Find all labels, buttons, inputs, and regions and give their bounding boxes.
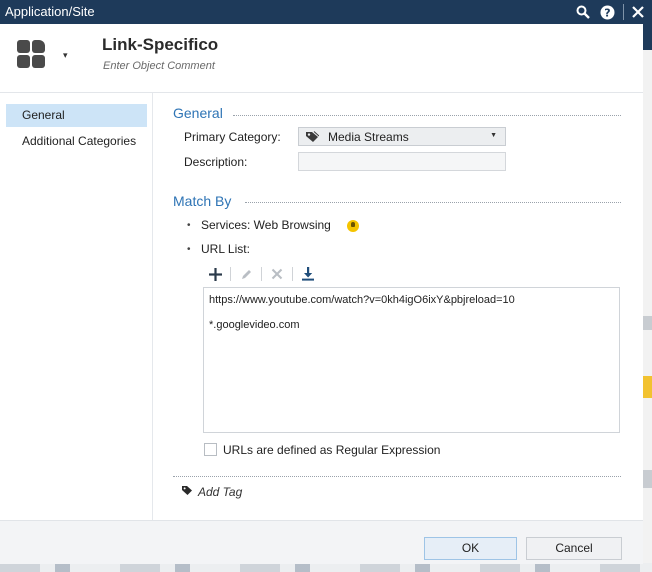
url-list-box[interactable]: https://www.youtube.com/watch?v=0kh4igO6…	[203, 287, 620, 433]
list-item[interactable]: *.googlevideo.com	[209, 319, 300, 331]
cancel-button[interactable]: Cancel	[526, 537, 622, 560]
section-divider	[173, 476, 621, 477]
regex-checkbox[interactable]	[204, 443, 217, 456]
titlebar-divider	[623, 4, 624, 20]
chevron-down-icon: ▼	[490, 132, 497, 139]
url-list-label: URL List:	[201, 242, 250, 256]
object-comment[interactable]: Enter Object Comment	[103, 60, 215, 72]
application-site-icon[interactable]	[17, 40, 45, 68]
edit-icon[interactable]	[237, 265, 255, 283]
sidebar-item-label: Additional Categories	[22, 134, 137, 148]
search-icon[interactable]	[573, 2, 593, 22]
bullet-icon: •	[187, 244, 191, 255]
add-tag-label: Add Tag	[198, 485, 243, 499]
title-bar: Application/Site ?	[0, 0, 652, 24]
tag-icon	[305, 131, 320, 146]
add-tag-button[interactable]: Add Tag	[181, 485, 242, 499]
background-window-edge	[643, 0, 652, 572]
bullet-icon: •	[187, 220, 191, 231]
svg-text:?: ?	[604, 6, 610, 19]
delete-icon[interactable]	[268, 265, 286, 283]
sidebar: General Additional Categories	[0, 93, 153, 520]
primary-category-select[interactable]: Media Streams ▼	[298, 127, 506, 146]
tag-icon	[181, 485, 193, 499]
object-name[interactable]: Link-Specifico	[102, 35, 218, 55]
description-input[interactable]	[298, 152, 506, 171]
primary-category-label: Primary Category:	[184, 130, 281, 144]
ok-button[interactable]: OK	[424, 537, 517, 560]
add-icon[interactable]	[206, 265, 224, 283]
window-title: Application/Site	[5, 4, 95, 19]
list-item[interactable]: https://www.youtube.com/watch?v=0kh4igO6…	[209, 294, 515, 306]
regex-checkbox-label[interactable]: URLs are defined as Regular Expression	[223, 443, 440, 457]
general-section-title: General	[173, 105, 223, 121]
help-icon[interactable]: ?	[597, 2, 617, 22]
close-icon[interactable]	[628, 2, 648, 22]
section-divider	[245, 202, 621, 203]
application-site-dialog: Application/Site ? ▾ Link-Specifico Ente…	[0, 0, 652, 564]
services-text[interactable]: Services: Web Browsing	[201, 218, 331, 232]
main-content: General Primary Category: Media Streams …	[153, 93, 643, 520]
dialog-footer: OK Cancel	[0, 520, 643, 564]
lightbulb-icon[interactable]	[347, 220, 359, 232]
section-divider	[233, 115, 621, 116]
background-taskbar	[0, 563, 652, 572]
sidebar-item-label: General	[22, 108, 65, 122]
icon-dropdown-chevron-icon[interactable]: ▾	[63, 50, 68, 61]
sidebar-item-general[interactable]: General	[6, 104, 147, 127]
match-by-section-title: Match By	[173, 193, 232, 209]
primary-category-value: Media Streams	[328, 130, 409, 144]
description-label: Description:	[184, 155, 248, 169]
sidebar-item-additional-categories[interactable]: Additional Categories	[6, 130, 147, 153]
import-icon[interactable]	[299, 265, 317, 283]
url-list-toolbar	[206, 265, 323, 283]
object-header: ▾ Link-Specifico Enter Object Comment	[0, 24, 643, 93]
